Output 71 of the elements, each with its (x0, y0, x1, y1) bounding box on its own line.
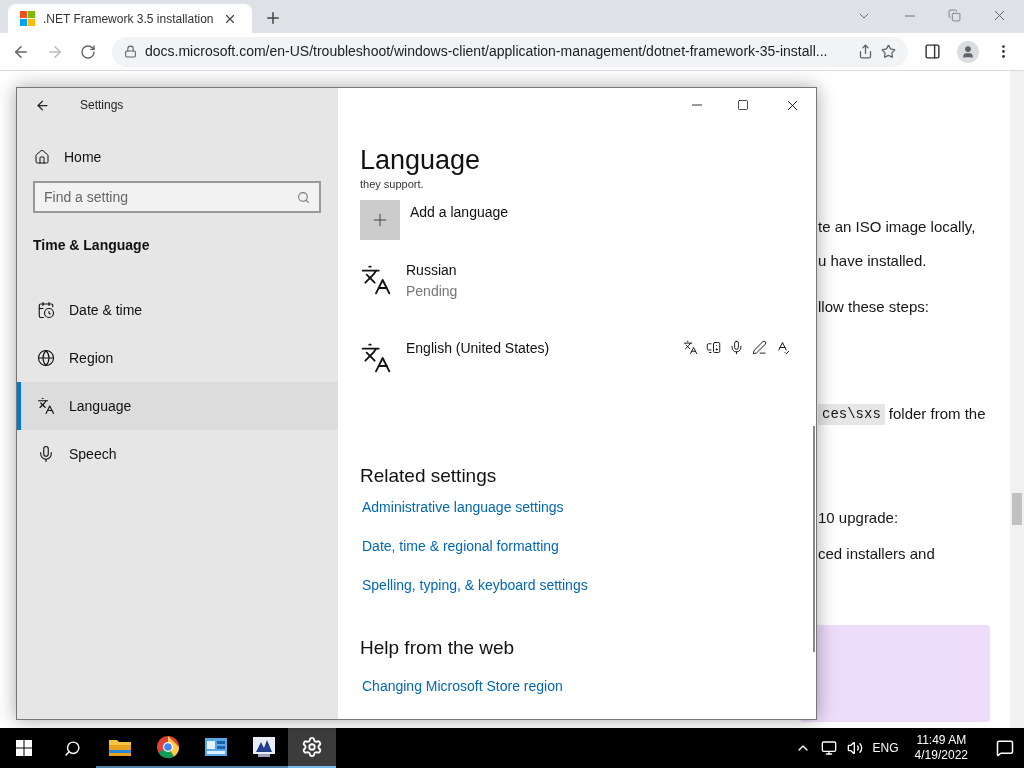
maximize-icon[interactable] (737, 99, 749, 111)
related-link[interactable]: Administrative language settings (362, 496, 816, 530)
new-tab-icon[interactable] (264, 9, 282, 27)
installed-language-row[interactable]: Russian Pending (360, 260, 790, 320)
window-title: Settings (80, 97, 124, 114)
microphone-icon (729, 340, 744, 355)
add-language-button[interactable]: Add a language (360, 200, 816, 240)
browser-tab[interactable]: .NET Framework 3.5 installation (8, 4, 252, 33)
body-text: 10 upgrade: (818, 508, 899, 529)
nav-item[interactable]: Speech (17, 430, 338, 478)
related-link[interactable]: Date, time & regional formatting (362, 535, 816, 569)
search-icon (297, 190, 310, 204)
tab-title: .NET Framework 3.5 installation (43, 10, 215, 28)
language-icon (360, 264, 392, 296)
body-text: te an ISO image locally, (818, 216, 976, 237)
description-text: they support. (360, 178, 425, 190)
language-status: Pending (406, 282, 459, 301)
taskbar-app-button[interactable] (288, 728, 336, 768)
clock-date[interactable]: 4/19/2022 (914, 748, 968, 763)
lock-icon (124, 45, 137, 58)
help-link[interactable]: Changing Microsoft Store region (362, 676, 816, 697)
input-language[interactable]: ENG (872, 739, 899, 757)
home-nav-item[interactable]: Home (17, 144, 338, 170)
profile-avatar[interactable] (957, 40, 979, 63)
microsoft-logo-icon (20, 11, 35, 26)
body-text: ced installers and (818, 543, 935, 564)
scrollbar-thumb[interactable] (1012, 493, 1022, 525)
search-field[interactable]: Find a setting (33, 181, 321, 213)
home-icon (34, 149, 50, 165)
back-icon[interactable] (35, 97, 50, 113)
body-text: llow these steps: (818, 296, 929, 317)
microphone-icon (37, 445, 55, 463)
monitor-chart-icon (252, 736, 276, 758)
bookmark-star-icon[interactable] (881, 44, 896, 59)
calendar-clock-icon (37, 301, 55, 319)
side-panel-icon[interactable] (924, 43, 941, 60)
address-bar[interactable]: docs.microsoft.com/en-US/troubleshoot/windows-client/application-management/dotnet-framework-35-install... (112, 36, 908, 67)
chrome-icon (156, 735, 180, 759)
windows-logo-icon (16, 740, 32, 756)
help-heading: Help from the web (360, 635, 516, 660)
page-title: Language (360, 144, 482, 177)
search-icon (63, 739, 81, 757)
handwriting-icon (752, 340, 767, 355)
notifications-icon[interactable] (996, 739, 1014, 757)
related-link[interactable]: Spelling, typing, & keyboard settings (362, 574, 816, 608)
language-name: English (United States) (406, 339, 551, 358)
language-icon (360, 342, 392, 374)
nav-item[interactable]: Region (17, 334, 338, 382)
share-icon[interactable] (858, 44, 873, 59)
installed-language-row[interactable]: English (United States) (360, 338, 790, 398)
related-heading: Related settings (360, 464, 498, 488)
spell-check-icon (775, 340, 790, 355)
display-icon (706, 340, 721, 355)
inline-code: ces\sxs (818, 403, 885, 425)
body-text: u have installed. (818, 250, 927, 271)
volume-icon[interactable] (846, 740, 863, 756)
network-icon[interactable] (820, 740, 837, 756)
settings-icon (301, 736, 323, 758)
body-text: folder from the (888, 403, 986, 424)
language-icon (37, 397, 55, 415)
url-text: docs.microsoft.com/en-US/troubleshoot/windows-client/application-management/dotnet-framework-35-install... (145, 42, 829, 61)
language-name: Russian (406, 261, 458, 280)
clock-time[interactable]: 11:49 AM (916, 733, 967, 748)
section-heading: Time & Language (32, 236, 151, 255)
search-input[interactable]: Find a setting (44, 186, 297, 208)
nav-item[interactable]: Language (17, 382, 338, 430)
folder-icon (108, 737, 132, 757)
server-manager-icon (204, 736, 228, 758)
reload-icon[interactable] (80, 43, 96, 60)
globe-icon (37, 349, 55, 367)
nav-item[interactable]: Date & time (17, 286, 338, 334)
